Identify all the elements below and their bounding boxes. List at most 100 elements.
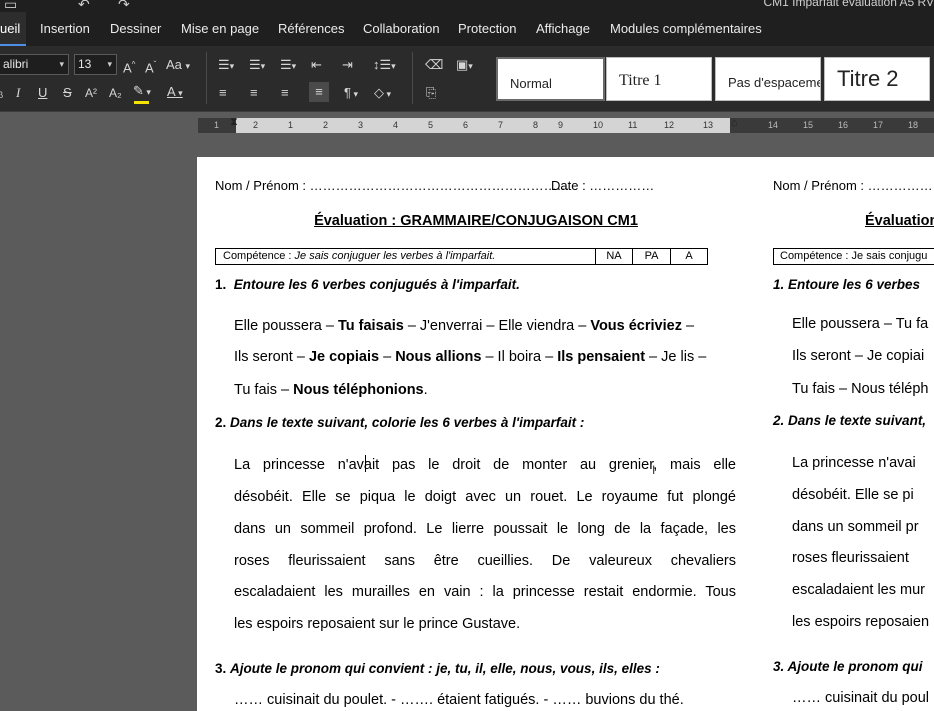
ruler-label: 1 xyxy=(214,120,220,130)
justify-icon[interactable]: ≡ xyxy=(309,82,329,102)
q2-text-line-6: les espoirs reposaient sur le prince Gus… xyxy=(234,616,521,632)
page-title: Évaluation xyxy=(865,213,934,229)
verb-text: – xyxy=(681,318,695,334)
tab-accueil[interactable]: ueil xyxy=(0,12,27,46)
ruler-label: 3 xyxy=(358,120,364,130)
ruler-label: 2 xyxy=(323,120,329,130)
ruler-label: 7 xyxy=(498,120,504,130)
verb-bold: Nous téléphonions xyxy=(293,382,424,398)
verb-text: – xyxy=(379,349,396,365)
q2-text-line-3: dans un sommeil profond. Le lierre pouss… xyxy=(234,521,736,537)
question-2: 2. Dans le texte suivant, xyxy=(773,413,927,428)
highlight-icon[interactable]: ✎ ▾ xyxy=(133,82,151,101)
tab-modules-complementaires[interactable]: Modules complémentaires xyxy=(604,12,768,46)
ruler-label: 10 xyxy=(593,120,604,130)
save-icon[interactable]: ▭ xyxy=(4,0,17,12)
pilcrow-icon[interactable]: ¶ ▾ xyxy=(344,84,358,103)
bullet-list-icon[interactable]: ☰▾ xyxy=(218,56,234,75)
italic-button[interactable]: I xyxy=(16,84,20,102)
q3-line-1: …… cuisinait du poul xyxy=(792,690,930,706)
q2-text-line-3: dans un sommeil pr xyxy=(792,519,919,535)
decrease-indent-icon[interactable]: ⇤ xyxy=(311,56,322,74)
redo-icon[interactable]: ↷ xyxy=(118,0,130,12)
toolbar-separator xyxy=(412,52,413,104)
q1-verb-line-2: Ils seront – Je copiais – Nous allions –… xyxy=(234,349,706,365)
page-title: Évaluation : GRAMMAIRE/CONJUGAISON CM1 xyxy=(314,213,638,229)
q1-verb-line-2: Ils seront – Je copiai xyxy=(792,348,925,364)
format-painter-icon[interactable]: ⎘ xyxy=(426,84,436,102)
q2-text-line-5: escaladaient les murailles en vain : la … xyxy=(234,584,736,600)
ruler-label: 1 xyxy=(288,120,294,130)
style-titre-2[interactable]: Titre 2 xyxy=(824,57,930,101)
grade-pa: PA xyxy=(644,250,659,262)
style-normal[interactable]: Normal xyxy=(496,57,605,101)
q1-verb-line-3: Tu fais – Nous téléphonions. xyxy=(234,382,428,398)
ruler-label: 17 xyxy=(873,120,884,130)
q2-text-line-5: escaladaient les mur xyxy=(792,582,925,598)
grow-font-button[interactable]: A^ xyxy=(123,56,135,77)
text-cursor xyxy=(365,455,366,472)
document-page[interactable]: Nom / Prénom : …………………………………………………… Date… xyxy=(197,157,755,711)
tab-insertion[interactable]: Insertion xyxy=(34,12,96,46)
tab-protection[interactable]: Protection xyxy=(452,12,523,46)
horizontal-ruler[interactable]: ⧗ ⌂ 1 2 1 2 3 4 5 6 7 8 9 10 11 12 13 14 15 16 17 18 xyxy=(198,116,934,133)
align-center-icon[interactable]: ≡ xyxy=(250,84,258,102)
ruler-label: 12 xyxy=(664,120,675,130)
font-name-select[interactable]: alibri ▾ xyxy=(0,54,69,75)
align-right-icon[interactable]: ≡ xyxy=(281,84,289,102)
multilevel-list-icon[interactable]: ☰▾ xyxy=(280,56,296,75)
ruler-label: 16 xyxy=(838,120,849,130)
q2-text-line-6: les espoirs reposaien xyxy=(792,614,930,630)
underline-button[interactable]: U xyxy=(38,84,47,102)
subscript-button[interactable]: A₂ xyxy=(109,84,122,102)
q1-verb-line-1: Elle poussera – Tu faisais – J'enverrai … xyxy=(234,318,694,334)
ruler-label: 11 xyxy=(628,120,638,130)
align-left-icon[interactable]: ≡ xyxy=(219,84,227,102)
shrink-font-button[interactable]: Aˇ xyxy=(145,56,156,77)
competence-table: Compétence : Je sais conjugu xyxy=(773,248,934,265)
q1-verb-line-1: Elle poussera – Tu fa xyxy=(792,316,929,332)
ruler-label: 4 xyxy=(393,120,399,130)
strikethrough-button[interactable]: S xyxy=(63,84,72,102)
grade-a: A xyxy=(685,250,693,262)
style-pas-d-espacement[interactable]: Pas d'espacement xyxy=(715,57,821,101)
style-titre-1[interactable]: Titre 1 xyxy=(606,57,712,101)
name-field-line: Nom / Prénom : ……………… xyxy=(773,178,934,193)
tab-affichage[interactable]: Affichage xyxy=(530,12,596,46)
document-page-2[interactable]: Nom / Prénom : ……………… Évaluation Compéte… xyxy=(755,157,934,711)
shading-icon[interactable]: ◇ ▾ xyxy=(374,84,391,103)
change-case-button[interactable]: Aa ▾ xyxy=(166,56,190,75)
grade-na: NA xyxy=(606,250,622,262)
verb-text: Ils seront – xyxy=(234,349,309,365)
indent-marker-icon[interactable]: ⧗ xyxy=(230,116,238,129)
ruler-label: 6 xyxy=(463,120,469,130)
tab-dessiner[interactable]: Dessiner xyxy=(104,12,167,46)
tab-collaboration[interactable]: Collaboration xyxy=(357,12,446,46)
question-3: 3. Ajoute le pronom qui xyxy=(773,659,923,674)
highlight-color-bar xyxy=(134,101,149,104)
ruler-label: 5 xyxy=(428,120,434,130)
q2-text-line-4: roses fleurissaient xyxy=(792,550,909,566)
competence-cell: Compétence : Je sais conjuguer les verbe… xyxy=(223,250,496,262)
chevron-down-icon: ▾ xyxy=(107,59,112,69)
line-spacing-icon[interactable]: ↕☰▾ xyxy=(373,56,396,75)
increase-indent-icon[interactable]: ⇥ xyxy=(342,56,353,74)
style-set-icon[interactable]: ▣▾ xyxy=(456,56,473,75)
tab-references[interactable]: Références xyxy=(272,12,350,46)
numbered-list-icon[interactable]: ☰▾ xyxy=(249,56,265,75)
q2-text-line-2: désobéit. Elle se pi xyxy=(792,487,914,503)
font-size-select[interactable]: 13 ▾ xyxy=(74,54,117,75)
right-indent-icon[interactable]: ⌂ xyxy=(731,117,738,129)
verb-text: – Je lis – xyxy=(645,349,707,365)
font-color-button[interactable]: A ▾ xyxy=(167,83,183,102)
verb-bold: Ils pensaient xyxy=(557,349,646,365)
word-processor-window: ▭ ↶ ↷ CM1 Imparfait évaluation A5 RV uei… xyxy=(0,0,934,711)
superscript-button[interactable]: A² xyxy=(85,84,97,102)
tab-mise-en-page[interactable]: Mise en page xyxy=(175,12,265,46)
bold-button[interactable]: ᵦ xyxy=(0,84,3,102)
eraser-icon[interactable]: ⌫ xyxy=(425,56,443,74)
undo-icon[interactable]: ↶ xyxy=(78,0,90,12)
verb-text: – J'enverrai – Elle viendra – xyxy=(403,318,591,334)
document-title: CM1 Imparfait évaluation A5 RV xyxy=(763,0,934,9)
verb-bold: Je copiais xyxy=(308,349,380,365)
